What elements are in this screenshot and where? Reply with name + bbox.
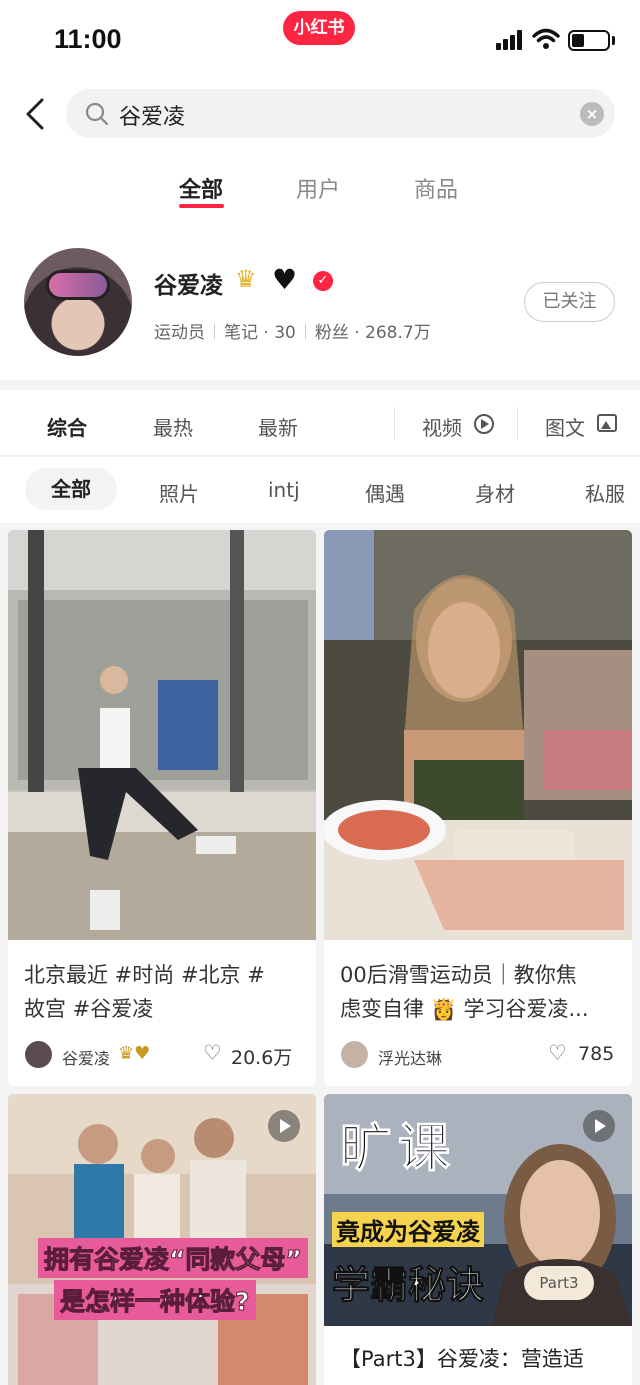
back-arrow-icon[interactable] bbox=[20, 96, 50, 132]
video-play-icon bbox=[474, 414, 494, 434]
note-title-line: 【Part3】谷爱凌：营造适 bbox=[340, 1347, 584, 1371]
profile-notes: 笔记 · 30 bbox=[224, 323, 296, 343]
note-cover-image bbox=[324, 530, 632, 940]
author-name[interactable]: 浮光达琳 bbox=[378, 1045, 442, 1069]
profile-role: 运动员 bbox=[154, 323, 205, 343]
note-card[interactable]: 北京最近 #时尚 #北京 # 故宫 #谷爱凌 谷爱凌 ♛♥ ♡ 20.6万 bbox=[8, 530, 316, 1086]
sort-newest[interactable]: 最新 bbox=[258, 412, 298, 441]
chip-figure[interactable]: 身材 bbox=[475, 478, 515, 507]
profile-meta: 运动员 笔记 · 30 粉丝 · 268.7万 bbox=[154, 318, 431, 343]
chip-encounter[interactable]: 偶遇 bbox=[365, 478, 405, 507]
like-count: 20.6万 bbox=[231, 1047, 293, 1069]
like-count: 785 bbox=[578, 1043, 615, 1065]
chip-all[interactable]: 全部 bbox=[25, 468, 117, 510]
cover-overlay-text: 拥有谷爱凌“同款父母” bbox=[38, 1238, 308, 1278]
chip-casual-wear[interactable]: 私服 bbox=[585, 478, 625, 507]
note-title-line: 虑变自律 👸 学习谷爱凌... bbox=[340, 997, 589, 1021]
verified-icon: ✓ bbox=[313, 271, 333, 291]
status-time: 11:00 bbox=[54, 24, 122, 54]
tab-products[interactable]: 商品 bbox=[414, 172, 458, 204]
note-title-line: 00后滑雪运动员｜教你焦 bbox=[340, 963, 577, 987]
heart-outline-icon[interactable]: ♡ bbox=[548, 1041, 567, 1065]
wifi-icon bbox=[532, 28, 560, 49]
heart-outline-icon[interactable]: ♡ bbox=[203, 1041, 222, 1065]
signal-icon bbox=[496, 30, 524, 50]
image-icon bbox=[597, 414, 617, 432]
sort-hottest[interactable]: 最热 bbox=[153, 412, 193, 441]
cover-overlay-text: 学霸秘诀 bbox=[331, 1263, 485, 1308]
clear-search-icon[interactable]: × bbox=[580, 102, 604, 126]
chip-intj[interactable]: intj bbox=[268, 478, 300, 502]
crown-icon: ♛ bbox=[235, 265, 257, 293]
tab-all[interactable]: 全部 bbox=[179, 172, 223, 204]
cover-overlay-text: 旷课 bbox=[339, 1119, 457, 1180]
active-tab-indicator bbox=[179, 204, 224, 208]
status-bar: 11:00 小红书 bbox=[0, 0, 640, 80]
app-badge: 小红书 bbox=[283, 11, 355, 45]
tab-users[interactable]: 用户 bbox=[296, 172, 340, 204]
cover-overlay-text: 是怎样一种体验? bbox=[54, 1280, 256, 1320]
author-avatar[interactable] bbox=[341, 1041, 368, 1068]
author-name[interactable]: 谷爱凌 bbox=[62, 1045, 110, 1069]
note-cover-image bbox=[8, 530, 316, 940]
sort-comprehensive[interactable]: 综合 bbox=[47, 412, 87, 441]
video-play-icon bbox=[583, 1110, 615, 1142]
author-avatar[interactable] bbox=[25, 1041, 52, 1068]
black-heart-icon: ♥ bbox=[272, 263, 298, 296]
note-card[interactable]: 旷课 竟成为谷爱凌 学霸秘诀 Part3 【Part3】谷爱凌：营造适 bbox=[324, 1094, 632, 1385]
filter-video[interactable]: 视频 bbox=[422, 412, 462, 441]
profile-fans: 粉丝 · 268.7万 bbox=[314, 323, 431, 343]
author-emoji-icon: ♛♥ bbox=[118, 1043, 151, 1064]
note-card[interactable]: 00后滑雪运动员｜教你焦 虑变自律 👸 学习谷爱凌... 浮光达琳 ♡ 785 bbox=[324, 530, 632, 1086]
cover-overlay-text: 竟成为谷爱凌 bbox=[332, 1212, 484, 1247]
chip-photos[interactable]: 照片 bbox=[159, 478, 199, 507]
profile-name[interactable]: 谷爱凌 bbox=[154, 266, 223, 300]
filter-image-text[interactable]: 图文 bbox=[545, 412, 585, 441]
search-input[interactable]: 谷爱凌 bbox=[119, 99, 559, 131]
sort-bar bbox=[0, 390, 640, 456]
profile-avatar[interactable] bbox=[24, 248, 132, 356]
note-card[interactable]: 拥有谷爱凌“同款父母” 是怎样一种体验? bbox=[8, 1094, 316, 1385]
part-badge: Part3 bbox=[524, 1266, 594, 1300]
search-icon bbox=[85, 102, 109, 126]
note-title-line: 北京最近 #时尚 #北京 # bbox=[24, 963, 265, 987]
followed-button[interactable]: 已关注 bbox=[524, 282, 615, 322]
note-title-line: 故宫 #谷爱凌 bbox=[24, 997, 154, 1021]
video-play-icon bbox=[268, 1110, 300, 1142]
battery-icon bbox=[568, 30, 610, 51]
